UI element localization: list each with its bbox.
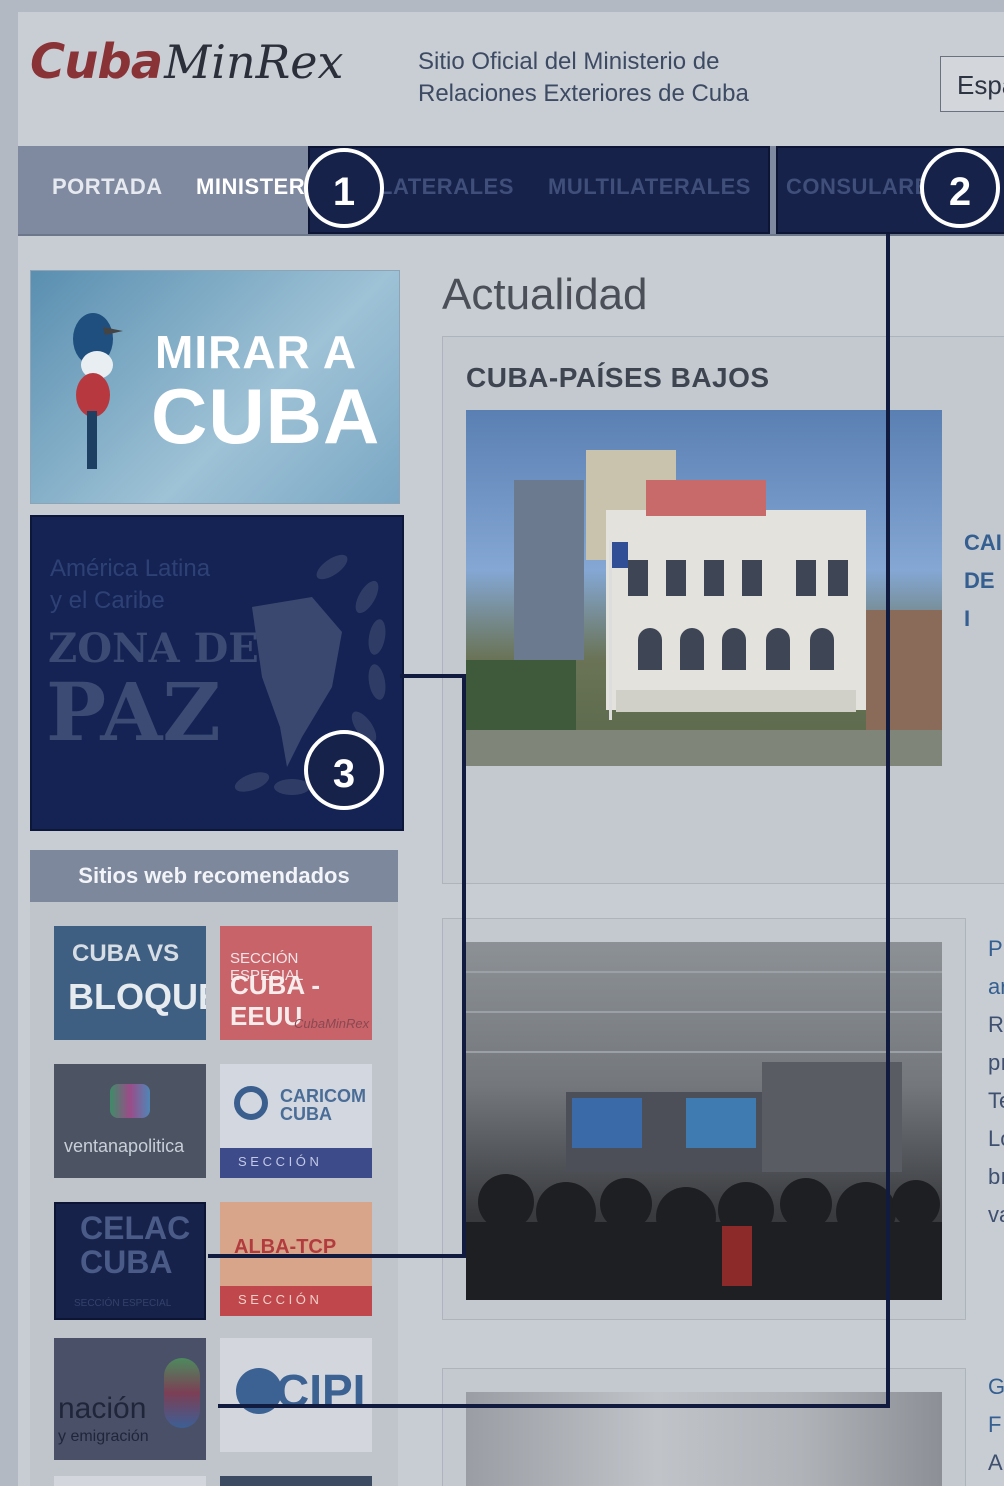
- tile-bloqueo-line1: CUBA VS: [72, 940, 180, 967]
- recommended-sites-panel: CUBA VS BLOQUEO SECCIÓN ESPECIAL CUBA - …: [30, 902, 398, 1486]
- mirar-a-cuba-banner[interactable]: MIRAR A CUBA: [30, 270, 400, 504]
- site-header: CubaMinRex Sitio Oficial del Ministerio …: [18, 12, 1004, 146]
- news-card-3-excerpt-line: G: [988, 1374, 1004, 1399]
- zona-paz-subtitle: América Latina y el Caribe: [50, 553, 210, 617]
- news-card-2-excerpt-line: Lo: [988, 1126, 1004, 1151]
- tile-nacion-emigracion[interactable]: nación y emigración: [54, 1338, 206, 1460]
- zona-paz-line2: y el Caribe: [50, 587, 165, 614]
- tocororo-bird-icon: [73, 313, 123, 469]
- tile-ventana-label: ventanapolitica: [64, 1136, 185, 1156]
- site-logo[interactable]: CubaMinRex: [30, 34, 343, 104]
- embassy-building-icon: [466, 450, 942, 766]
- callout-3-line-top: [400, 674, 466, 678]
- callout-3-line-bottom: [208, 1254, 466, 1258]
- main-nav: PORTADA MINISTERIO BILATERALES MULTILATE…: [18, 146, 1004, 236]
- logo-minrex-text: MinRex: [164, 35, 344, 89]
- news-card-1-title[interactable]: CUBA-PAÍSES BAJOS: [466, 362, 770, 394]
- news-card-3-excerpt: G F A: [988, 1368, 1004, 1482]
- tile-caricom-line2: CUBA: [280, 1104, 332, 1124]
- tile-bloqueo-line2: BLOQUEO: [68, 976, 206, 1017]
- news-card-2-excerpt: Pr ar R pı Te Lo bı va: [988, 930, 1004, 1234]
- tile-nacion-line1: nación: [58, 1392, 147, 1425]
- news-card-2-excerpt-line: bı: [988, 1164, 1004, 1189]
- tile-partial-left[interactable]: [54, 1476, 206, 1486]
- tile-cuba-vs-bloqueo[interactable]: CUBA VS BLOQUEO: [54, 926, 206, 1040]
- zona-paz-line1: América Latina: [50, 555, 211, 582]
- fair-crowd-icon: [466, 971, 942, 1300]
- tile-cipi[interactable]: CIPI: [220, 1338, 372, 1452]
- tile-alba-tcp[interactable]: ALBA-TCP S E C C I Ó N: [220, 1202, 372, 1316]
- news-card-1-link-line1: CAI: [964, 530, 1002, 555]
- news-card-2-excerpt-line: Te: [988, 1088, 1004, 1113]
- callout-2-line-vertical: [886, 234, 890, 1408]
- tile-nacion-line2: y emigración: [58, 1428, 149, 1445]
- tile-eeuu-line3: CubaMinRex: [294, 1016, 370, 1031]
- caricom-logo-icon: [234, 1086, 268, 1120]
- news-card-2-excerpt-line: ar: [988, 974, 1004, 999]
- news-card-1-link-line2: DE I: [964, 568, 995, 631]
- news-card-1-photo[interactable]: [466, 410, 942, 766]
- callout-badge-2: 2: [920, 148, 1000, 228]
- news-card-2-excerpt-line: pı: [988, 1050, 1004, 1075]
- nacion-flag-icon: [164, 1358, 200, 1428]
- tile-celac-line2: CUBA: [80, 1244, 173, 1280]
- news-card-3-excerpt-line: A: [988, 1450, 1003, 1475]
- callout-2-line-horizontal: [218, 1404, 890, 1408]
- tile-cipi-label: CIPI: [276, 1365, 366, 1417]
- callout-badge-1: 1: [304, 148, 384, 228]
- news-card-2-excerpt-line: R: [988, 1012, 1004, 1037]
- nav-item-multilaterales[interactable]: MULTILATERALES: [548, 146, 751, 234]
- tile-caricom-line3: S E C C I Ó N: [238, 1154, 319, 1169]
- news-card-3-excerpt-line: F: [988, 1412, 1002, 1437]
- tile-partial-right[interactable]: [220, 1476, 372, 1486]
- tile-alba-line2: S E C C I Ó N: [238, 1292, 319, 1307]
- tile-cuba-eeuu[interactable]: SECCIÓN ESPECIAL CUBA - EEUU CubaMinRex: [220, 926, 372, 1040]
- language-select[interactable]: Espa: [940, 56, 1004, 112]
- page: CubaMinRex Sitio Oficial del Ministerio …: [18, 12, 1004, 1486]
- news-card-2-excerpt-line: va: [988, 1202, 1004, 1227]
- news-card-1-link[interactable]: CAI DE I: [964, 524, 1004, 638]
- site-description-line1: Sitio Oficial del Ministerio de: [418, 48, 720, 75]
- site-description-line2: Relaciones Exteriores de Cuba: [418, 80, 749, 107]
- callout-3-line-vertical: [462, 674, 466, 1258]
- tile-celac-cuba[interactable]: CELAC CUBA SECCIÓN ESPECIAL: [54, 1202, 206, 1320]
- tile-celac-line3: SECCIÓN ESPECIAL: [74, 1298, 172, 1309]
- site-description: Sitio Oficial del Ministerio de Relacion…: [418, 46, 778, 110]
- nav-item-portada[interactable]: PORTADA: [52, 146, 163, 234]
- recommended-sites-header: Sitios web recomendados: [30, 850, 398, 902]
- tile-celac-line1: CELAC: [80, 1210, 191, 1246]
- tile-ventana-politica[interactable]: ventanapolitica: [54, 1064, 206, 1178]
- section-title: Actualidad: [442, 270, 648, 319]
- news-card-2-excerpt-line: Pr: [988, 936, 1004, 961]
- banner-mirar-line2: CUBA: [151, 372, 381, 460]
- tile-caricom-cuba[interactable]: CARICOM CUBA S E C C I Ó N: [220, 1064, 372, 1178]
- chat-bubble-icon: [110, 1084, 150, 1118]
- news-card-2-photo[interactable]: [466, 942, 942, 1300]
- logo-cuba-text: Cuba: [30, 34, 163, 90]
- callout-badge-3: 3: [304, 730, 384, 810]
